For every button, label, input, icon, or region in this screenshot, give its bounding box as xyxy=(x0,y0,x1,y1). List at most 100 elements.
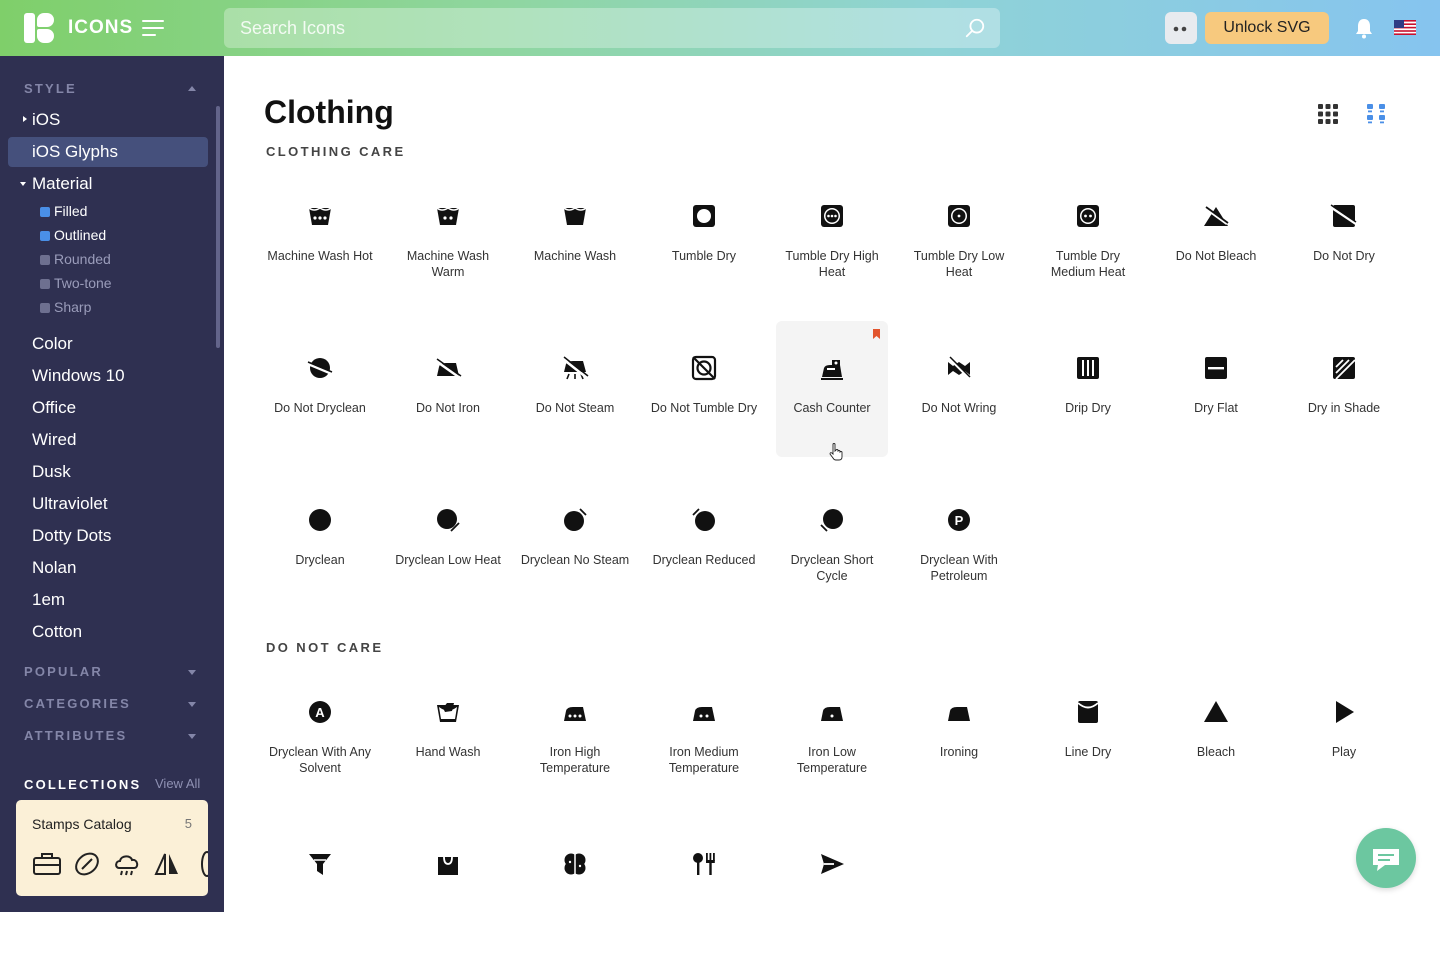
icon-label: Dryclean Short Cycle xyxy=(790,553,874,583)
collection-icons xyxy=(32,850,208,878)
labeled-grid-view-icon[interactable] xyxy=(1366,104,1386,124)
sidebar-item-wired[interactable]: Wired xyxy=(32,430,76,450)
icon-tile[interactable]: Line Dry xyxy=(1032,665,1144,801)
sidebar-item-ultraviolet[interactable]: Ultraviolet xyxy=(32,494,108,514)
brain-icon xyxy=(564,853,586,875)
view-all-link[interactable]: View All xyxy=(155,776,200,791)
icon-tile[interactable]: Dry in Shade xyxy=(1288,321,1400,457)
iron-high-temperature-icon xyxy=(564,707,586,721)
icon-tile[interactable]: Iron Medium Temperature xyxy=(648,665,760,801)
svg-text:P: P xyxy=(955,513,964,528)
icon-tile[interactable]: Cash Counter xyxy=(776,321,888,461)
icon-tile[interactable]: Drip Dry xyxy=(1032,321,1144,457)
filled-dot-icon xyxy=(40,207,50,217)
bell-icon[interactable] xyxy=(1354,17,1374,39)
sidebar-item-cotton[interactable]: Cotton xyxy=(32,622,82,642)
sidebar-item-1em[interactable]: 1em xyxy=(32,590,65,610)
sidebar-item-windows-10[interactable]: Windows 10 xyxy=(32,366,125,386)
icon-label: Do Not Wring xyxy=(921,401,997,415)
icon-tile[interactable]: Machine Wash Hot xyxy=(264,169,376,305)
svg-text:A: A xyxy=(315,705,325,720)
us-flag-icon[interactable] xyxy=(1394,20,1416,35)
line-dry-icon xyxy=(1077,701,1099,723)
sidebar-item-nolan[interactable]: Nolan xyxy=(32,558,76,578)
categories-section-label[interactable]: CATEGORIES xyxy=(24,696,131,711)
sidebar-sub-two-tone[interactable]: Two-tone xyxy=(54,275,112,291)
icon-label: Tumble Dry xyxy=(671,249,737,263)
icon-tile[interactable]: Do Not Dryclean xyxy=(264,321,376,457)
icon-tile[interactable] xyxy=(776,817,888,953)
unlock-svg-button[interactable]: Unlock SVG xyxy=(1205,12,1329,44)
ironing-icon xyxy=(948,707,970,721)
search-input[interactable] xyxy=(240,8,940,48)
do-not-wring-icon xyxy=(948,356,971,379)
icon-tile[interactable]: Tumble Dry High Heat xyxy=(776,169,888,305)
icon-tile[interactable]: Iron Low Temperature xyxy=(776,665,888,801)
icon-tile[interactable]: Machine Wash Warm xyxy=(392,169,504,305)
hamburger-menu-icon[interactable] xyxy=(142,20,166,36)
sidebar-item-color[interactable]: Color xyxy=(32,334,73,354)
sidebar-item-material[interactable]: Material xyxy=(32,174,92,194)
iron-medium-temperature-icon xyxy=(693,707,715,721)
sidebar-item-dotty-dots[interactable]: Dotty Dots xyxy=(32,526,111,546)
icon-tile[interactable]: Dryclean Short Cycle xyxy=(776,473,888,609)
grid-view-icon[interactable] xyxy=(1318,104,1338,124)
icon-tile[interactable]: Tumble Dry Medium Heat xyxy=(1032,169,1144,305)
logo[interactable]: ICONS xyxy=(24,13,133,43)
expand-caret-icon[interactable] xyxy=(188,734,196,739)
attributes-section-label[interactable]: ATTRIBUTES xyxy=(24,728,127,743)
sidebar-sub-outlined[interactable]: Outlined xyxy=(54,227,106,243)
avatar[interactable] xyxy=(1165,12,1197,44)
icon-tile[interactable] xyxy=(648,817,760,953)
rounded-dot-icon xyxy=(40,255,50,265)
icon-tile[interactable]: Ironing xyxy=(903,665,1015,801)
chat-button[interactable] xyxy=(1356,828,1416,888)
sidebar-item-dusk[interactable]: Dusk xyxy=(32,462,71,482)
search-bar xyxy=(224,8,1000,48)
sidebar-sub-sharp[interactable]: Sharp xyxy=(54,299,91,315)
style-section-label[interactable]: STYLE xyxy=(24,81,77,96)
expand-caret-icon[interactable] xyxy=(188,702,196,707)
icon-tile[interactable]: Do Not Tumble Dry xyxy=(648,321,760,457)
icon-tile[interactable] xyxy=(519,817,631,953)
icon-tile[interactable] xyxy=(264,817,376,953)
icon-tile[interactable]: Bleach xyxy=(1160,665,1272,801)
expand-caret-icon[interactable] xyxy=(188,670,196,675)
drip-dry-icon xyxy=(1077,357,1099,379)
popular-section-label[interactable]: POPULAR xyxy=(24,664,103,679)
icon-tile[interactable]: Do Not Bleach xyxy=(1160,169,1272,305)
icon-tile[interactable]: P Dryclean With Petroleum xyxy=(903,473,1015,609)
icon-tile[interactable]: Play xyxy=(1288,665,1400,801)
icon-tile[interactable] xyxy=(392,817,504,953)
icon-label: Do Not Steam xyxy=(535,401,615,415)
icon-tile[interactable]: Do Not Wring xyxy=(903,321,1015,457)
icon-tile[interactable]: Hand Wash xyxy=(392,665,504,801)
icon-label: Cash Counter xyxy=(793,401,871,415)
icon-tile[interactable]: Dry Flat xyxy=(1160,321,1272,457)
icon-tile[interactable]: Machine Wash xyxy=(519,169,631,305)
collapse-caret-icon[interactable] xyxy=(188,86,196,91)
icon-tile[interactable]: A Dryclean With Any Solvent xyxy=(264,665,376,801)
icon-tile[interactable]: Dryclean Low Heat xyxy=(392,473,504,609)
sidebar-scrollbar[interactable] xyxy=(216,106,220,348)
icon-tile[interactable]: Tumble Dry Low Heat xyxy=(903,169,1015,305)
sidebar-item-office[interactable]: Office xyxy=(32,398,76,418)
icon-tile[interactable]: Do Not Iron xyxy=(392,321,504,457)
icon-tile[interactable]: Iron High Temperature xyxy=(519,665,631,801)
icon-label: Tumble Dry Low Heat xyxy=(913,249,1005,279)
tumble-dry-icon xyxy=(693,205,715,227)
icon-tile[interactable]: Do Not Dry xyxy=(1288,169,1400,305)
sidebar-sub-filled[interactable]: Filled xyxy=(54,203,87,219)
icon-label: Iron Medium Temperature xyxy=(668,745,740,775)
sidebar-item-ios[interactable]: iOS xyxy=(32,110,60,130)
icon-tile[interactable]: Tumble Dry xyxy=(648,169,760,305)
sidebar-item-ios-glyphs[interactable]: iOS Glyphs xyxy=(8,137,208,167)
collection-card[interactable]: Stamps Catalog 5 xyxy=(16,800,208,896)
sidebar-sub-rounded[interactable]: Rounded xyxy=(54,251,111,267)
icon-tile[interactable]: Dryclean xyxy=(264,473,376,609)
icon-tile[interactable]: Dryclean No Steam xyxy=(519,473,631,609)
bookmark-icon[interactable] xyxy=(873,329,880,339)
search-icon[interactable] xyxy=(964,17,986,39)
icon-tile[interactable]: Do Not Steam xyxy=(519,321,631,457)
icon-tile[interactable]: Dryclean Reduced xyxy=(648,473,760,609)
